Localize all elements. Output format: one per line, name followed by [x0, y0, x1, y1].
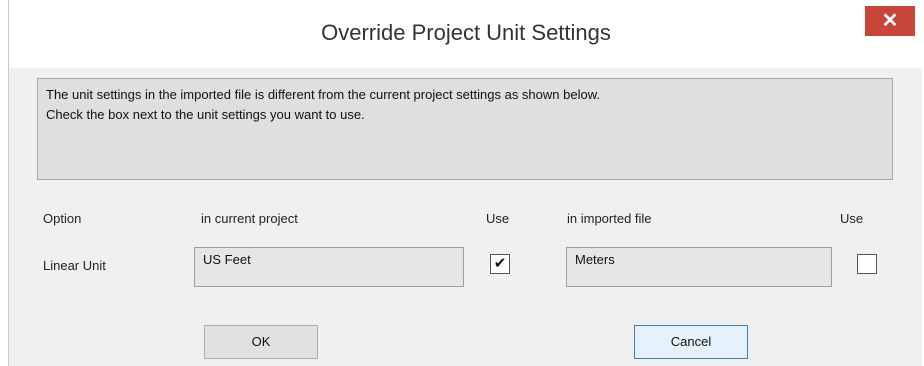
title-bar: Override Project Unit Settings ✕: [9, 0, 923, 68]
current-project-unit-value: US Feet: [203, 252, 251, 267]
column-header-use-current: Use: [486, 211, 510, 226]
column-header-current-project: in current project: [201, 211, 298, 226]
ok-button[interactable]: OK: [204, 325, 318, 359]
use-current-checkbox[interactable]: ✔: [490, 254, 510, 274]
row-label-linear-unit: Linear Unit: [43, 258, 106, 273]
message-line-2: Check the box next to the unit settings …: [46, 107, 365, 122]
use-imported-checkbox[interactable]: [857, 254, 877, 274]
info-message-box: The unit settings in the imported file i…: [37, 78, 893, 180]
dialog-title: Override Project Unit Settings: [321, 20, 611, 45]
current-project-unit-field: US Feet: [194, 247, 464, 287]
message-line-1: The unit settings in the imported file i…: [46, 87, 600, 102]
imported-file-unit-value: Meters: [575, 252, 615, 267]
column-header-use-imported: Use: [840, 211, 864, 226]
cancel-button[interactable]: Cancel: [634, 325, 748, 359]
checkmark-icon: ✔: [493, 255, 507, 272]
close-icon: ✕: [881, 10, 899, 32]
column-header-imported-file: in imported file: [567, 211, 652, 226]
column-header-option: Option: [43, 211, 82, 226]
close-button[interactable]: ✕: [865, 6, 915, 36]
override-unit-settings-dialog: Override Project Unit Settings ✕ The uni…: [8, 0, 923, 366]
imported-file-unit-field: Meters: [566, 247, 832, 287]
